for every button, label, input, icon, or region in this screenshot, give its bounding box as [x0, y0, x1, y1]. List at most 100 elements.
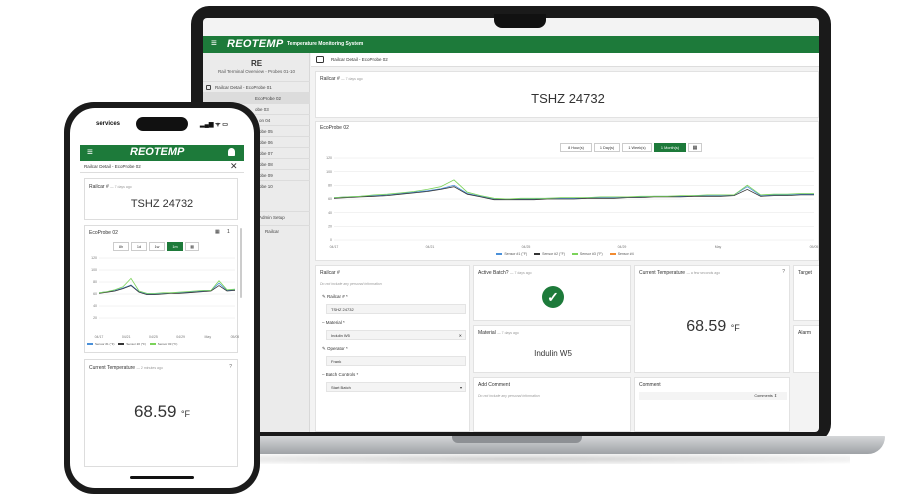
temperature-reading: 68.59 °F [686, 318, 740, 335]
material-select[interactable]: Indulin W5 ✕ [326, 330, 466, 340]
legend-item[interactable]: Sensor #2 (°F) [118, 342, 146, 346]
x-tick-label: 04/17 [330, 245, 339, 249]
card-title: Railcar # [320, 270, 340, 276]
card-title: EcoProbe 02 [89, 230, 118, 236]
current-temperature-card: Current Temperature — a few seconds ago … [634, 265, 790, 373]
range-1-week-button[interactable]: 1 Week(s) [622, 143, 652, 152]
card-title: Railcar # — 7 days ago [89, 184, 132, 190]
range-1-day-button[interactable]: 1 Day(s) [594, 143, 620, 152]
breadcrumb: Railcar Detail - EcoProbe 02 [311, 53, 819, 67]
legend-item[interactable]: Sensor #1 (°F) [87, 342, 115, 346]
operator-input[interactable]: Frank [326, 356, 466, 366]
status-icons: ▂▄▆ ᯤ ▭ [200, 122, 228, 128]
hamburger-menu-icon[interactable]: ≡ [211, 38, 217, 49]
legend-item[interactable]: Sensor #3 (°F) [571, 252, 603, 256]
card-title: Railcar # — 7 days ago [320, 76, 363, 82]
brand-subtitle: Temperature Monitoring System [287, 41, 364, 47]
comment-hint[interactable]: Do not include any personal information [478, 394, 540, 398]
add-comment-card: Add Comment Do not include any personal … [473, 377, 631, 432]
series-line[interactable] [333, 179, 814, 200]
legend-item[interactable]: Sensor #3 (°F) [149, 342, 177, 346]
material-card: Material — 7 days ago Indulin W5 [473, 325, 631, 373]
legend-item[interactable]: Sensor #1 (°F) [496, 252, 527, 256]
chevron-down-icon: ▾ [459, 385, 462, 390]
series-line[interactable] [98, 277, 236, 294]
railcar-number: TSHZ 24732 [531, 91, 605, 106]
laptop-screen: ≡ REOTEMP Temperature Monitoring System … [203, 18, 819, 432]
info-icon[interactable]: ? [229, 364, 232, 370]
temperature-line-chart: 0 20 40 60 80 100 120 04/17 04/21 04/25 04/29 May 05… [326, 156, 819, 249]
chart-legend: Sensor #1 (°F) Sensor #2 (°F) Sensor #3 … [87, 342, 239, 346]
batch-field-label: – Batch Controls * [322, 372, 359, 377]
railcar-input[interactable]: TSHZ 24732 [326, 304, 466, 314]
breadcrumb-text: Railcar Detail - EcoProbe 02 [331, 57, 388, 62]
current-temperature-card: Current Temperature — 2 minutes ago ? 68… [84, 359, 238, 467]
legend-item[interactable]: Sensor #2 (°F) [534, 252, 565, 256]
range-1d-button[interactable]: 1d [131, 242, 147, 251]
x-tick-label: 05/05 [810, 245, 819, 249]
x-tick-label: May [204, 335, 211, 339]
operator-field-label: ✎ Operator * [322, 346, 348, 351]
chart-legend: Sensor #1 (°F) Sensor #2 (°F) Sensor #3 … [316, 252, 819, 256]
range-1-month-button[interactable]: 1 Month(s) [654, 143, 686, 152]
batch-controls-select[interactable]: Start Batch ▾ [326, 382, 466, 392]
close-icon[interactable]: ✕ [230, 161, 238, 172]
card-title: Current Temperature — 2 minutes ago [89, 365, 163, 371]
y-tick-label: 40 [328, 211, 332, 215]
railcar-card: Railcar # — 7 days ago TSHZ 24732 [315, 71, 819, 118]
sidebar-item-probe-01[interactable]: Railcar Detail - EcoProbe 01 [203, 81, 310, 92]
bell-icon[interactable] [228, 148, 235, 156]
x-tick-label: May [715, 245, 722, 249]
alarm-card: Alarm [793, 325, 819, 373]
x-tick-label: 05/05 [231, 335, 239, 339]
railcar-card: Railcar # — 7 days ago TSHZ 24732 [84, 178, 238, 220]
laptop-shadow [190, 454, 850, 464]
hamburger-menu-icon[interactable]: ≡ [87, 147, 93, 158]
card-title: Comment [639, 382, 661, 388]
card-title: Target [798, 270, 812, 276]
page-number: 1 [227, 229, 230, 235]
brand-logo: REOTEMP [130, 146, 185, 158]
info-icon[interactable]: ? [782, 269, 785, 275]
range-1w-button[interactable]: 1w [149, 242, 165, 251]
x-tick-label: 04/21 [122, 335, 131, 339]
x-tick-label: 04/17 [95, 335, 104, 339]
main-content: Railcar Detail - EcoProbe 02 Railcar # —… [311, 53, 819, 432]
form-hint: Do not include any personal information [320, 282, 382, 286]
calendar-icon[interactable]: ▦ [215, 229, 220, 235]
clear-icon: ✕ [458, 333, 462, 338]
app-header: ≡ REOTEMP Temperature Monitoring System [203, 36, 819, 53]
railcar-number: TSHZ 24732 [130, 198, 194, 210]
y-tick-label: 120 [91, 256, 97, 260]
range-8h-button[interactable]: 8h [113, 242, 129, 251]
y-tick-label: 60 [93, 292, 97, 296]
calendar-icon[interactable]: ▦ [688, 143, 702, 152]
card-title: EcoProbe 02 [320, 125, 349, 131]
y-tick-label: 20 [93, 316, 97, 320]
dynamic-island [136, 117, 188, 131]
calendar-icon[interactable]: ▦ [185, 242, 199, 251]
sidebar-title[interactable]: Rail Terminal Overview - Probes 01-10 [203, 69, 310, 74]
y-tick-label: 80 [328, 184, 332, 188]
y-tick-label: 80 [93, 280, 97, 284]
temperature-line-chart: 20 40 60 80 100 120 04/17 04/21 04/25 04/29 May 05/… [91, 256, 239, 339]
scrollbar[interactable] [240, 228, 242, 298]
legend-item[interactable]: Sensor #4 [609, 252, 634, 256]
breadcrumb: Railcar Detail - EcoProbe 02 ✕ [80, 161, 244, 173]
active-batch-card: Active Batch? — 7 days ago ✓ [473, 265, 631, 321]
y-tick-label: 20 [328, 225, 332, 229]
comments-column-header[interactable]: Comments ⇕ [639, 392, 787, 400]
breadcrumb-text: Railcar Detail - EcoProbe 02 [84, 164, 141, 169]
phone-screen: services ▂▄▆ ᯤ ▭ ≡ REOTEMP Railcar Detai… [70, 108, 254, 488]
target-card: Target [793, 265, 819, 321]
x-tick-label: 04/21 [426, 245, 435, 249]
x-tick-label: 04/29 [176, 335, 185, 339]
brand-logo: REOTEMP [227, 38, 284, 50]
home-indicator[interactable] [130, 476, 194, 479]
range-8-hours-button[interactable]: 8 Hour(s) [560, 143, 592, 152]
x-tick-label: 04/25 [149, 335, 158, 339]
railcar-form-card: Railcar # Do not include any personal in… [315, 265, 470, 432]
range-1m-button[interactable]: 1m [167, 242, 183, 251]
x-tick-label: 04/29 [618, 245, 627, 249]
y-tick-label: 0 [330, 238, 332, 242]
